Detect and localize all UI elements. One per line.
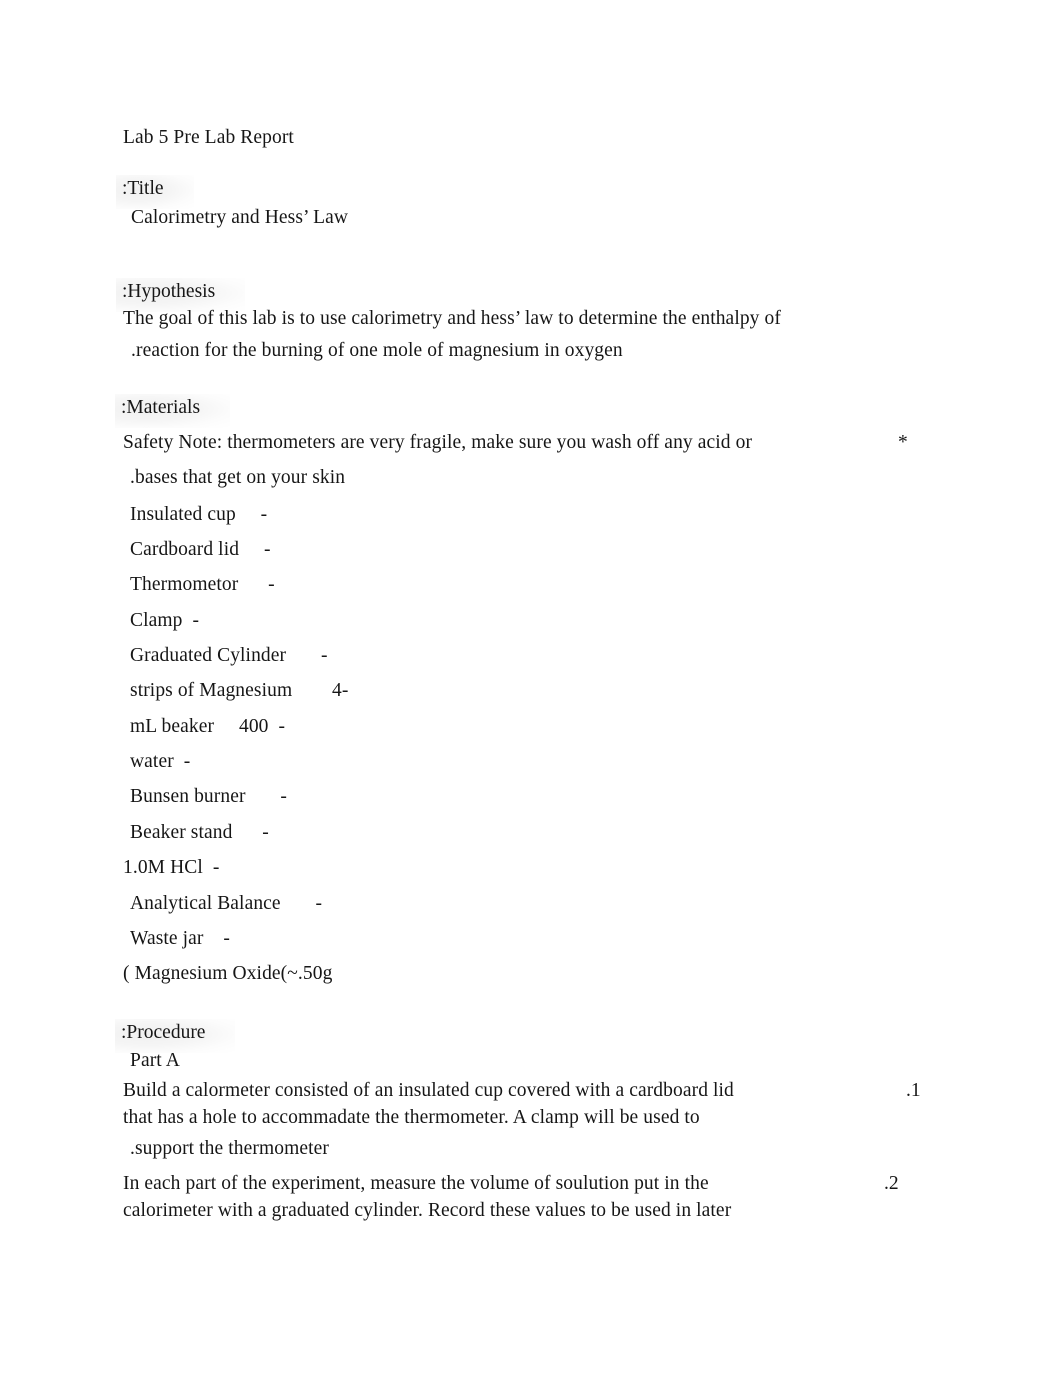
hypothesis-line-1: The goal of this lab is to use calorimet… xyxy=(123,308,781,329)
materials-list-item: Bunsen burner - xyxy=(130,786,287,807)
procedure-step-line: that has a hole to accommadate the therm… xyxy=(123,1107,700,1128)
materials-list-item: mL beaker 400 - xyxy=(130,716,286,737)
title-value: Calorimetry and Hess’ Law xyxy=(131,207,349,228)
procedure-part-label: Part A xyxy=(130,1050,180,1071)
procedure-step-line: .support the thermometer xyxy=(130,1138,329,1159)
procedure-step-number: .1 xyxy=(906,1080,921,1101)
safety-note-line-1: Safety Note: thermometers are very fragi… xyxy=(123,432,753,453)
hypothesis-line-2: .reaction for the burning of one mole of… xyxy=(131,340,623,361)
materials-list-item: Analytical Balance - xyxy=(130,893,323,914)
procedure-step-line: Build a calormeter consisted of an insul… xyxy=(123,1080,734,1101)
section-heading-procedure: :Procedure xyxy=(114,1019,237,1053)
materials-list-item: water - xyxy=(130,751,191,772)
safety-note-line-2: .bases that get on your skin xyxy=(130,467,346,488)
materials-list-item: Clamp - xyxy=(130,610,200,631)
materials-list-item: Cardboard lid - xyxy=(130,539,271,560)
materials-list-item: Graduated Cylinder - xyxy=(130,645,328,666)
section-heading-hypothesis: :Hypothesis xyxy=(115,278,246,312)
procedure-step-line: In each part of the experiment, measure … xyxy=(123,1173,709,1194)
materials-list-item: Waste jar - xyxy=(130,928,230,949)
safety-note-bullet-asterisk: * xyxy=(898,432,908,453)
document-page: Lab 5 Pre Lab Report :Title Calorimetry … xyxy=(0,0,1062,1377)
materials-list-item: Thermometor - xyxy=(130,574,275,595)
section-heading-title: :Title xyxy=(116,175,193,209)
section-heading-materials: :Materials xyxy=(114,394,231,428)
materials-list-item: ( Magnesium Oxide(~.50g xyxy=(123,963,333,984)
materials-list-item: strips of Magnesium 4- xyxy=(130,680,349,701)
materials-list-item: 1.0M HCl - xyxy=(123,857,220,878)
procedure-step-line: calorimeter with a graduated cylinder. R… xyxy=(123,1200,732,1221)
procedure-step-number: .2 xyxy=(884,1173,899,1194)
materials-list-item: Insulated cup - xyxy=(130,504,268,525)
materials-list-item: Beaker stand - xyxy=(130,822,269,843)
report-title: Lab 5 Pre Lab Report xyxy=(123,127,294,148)
